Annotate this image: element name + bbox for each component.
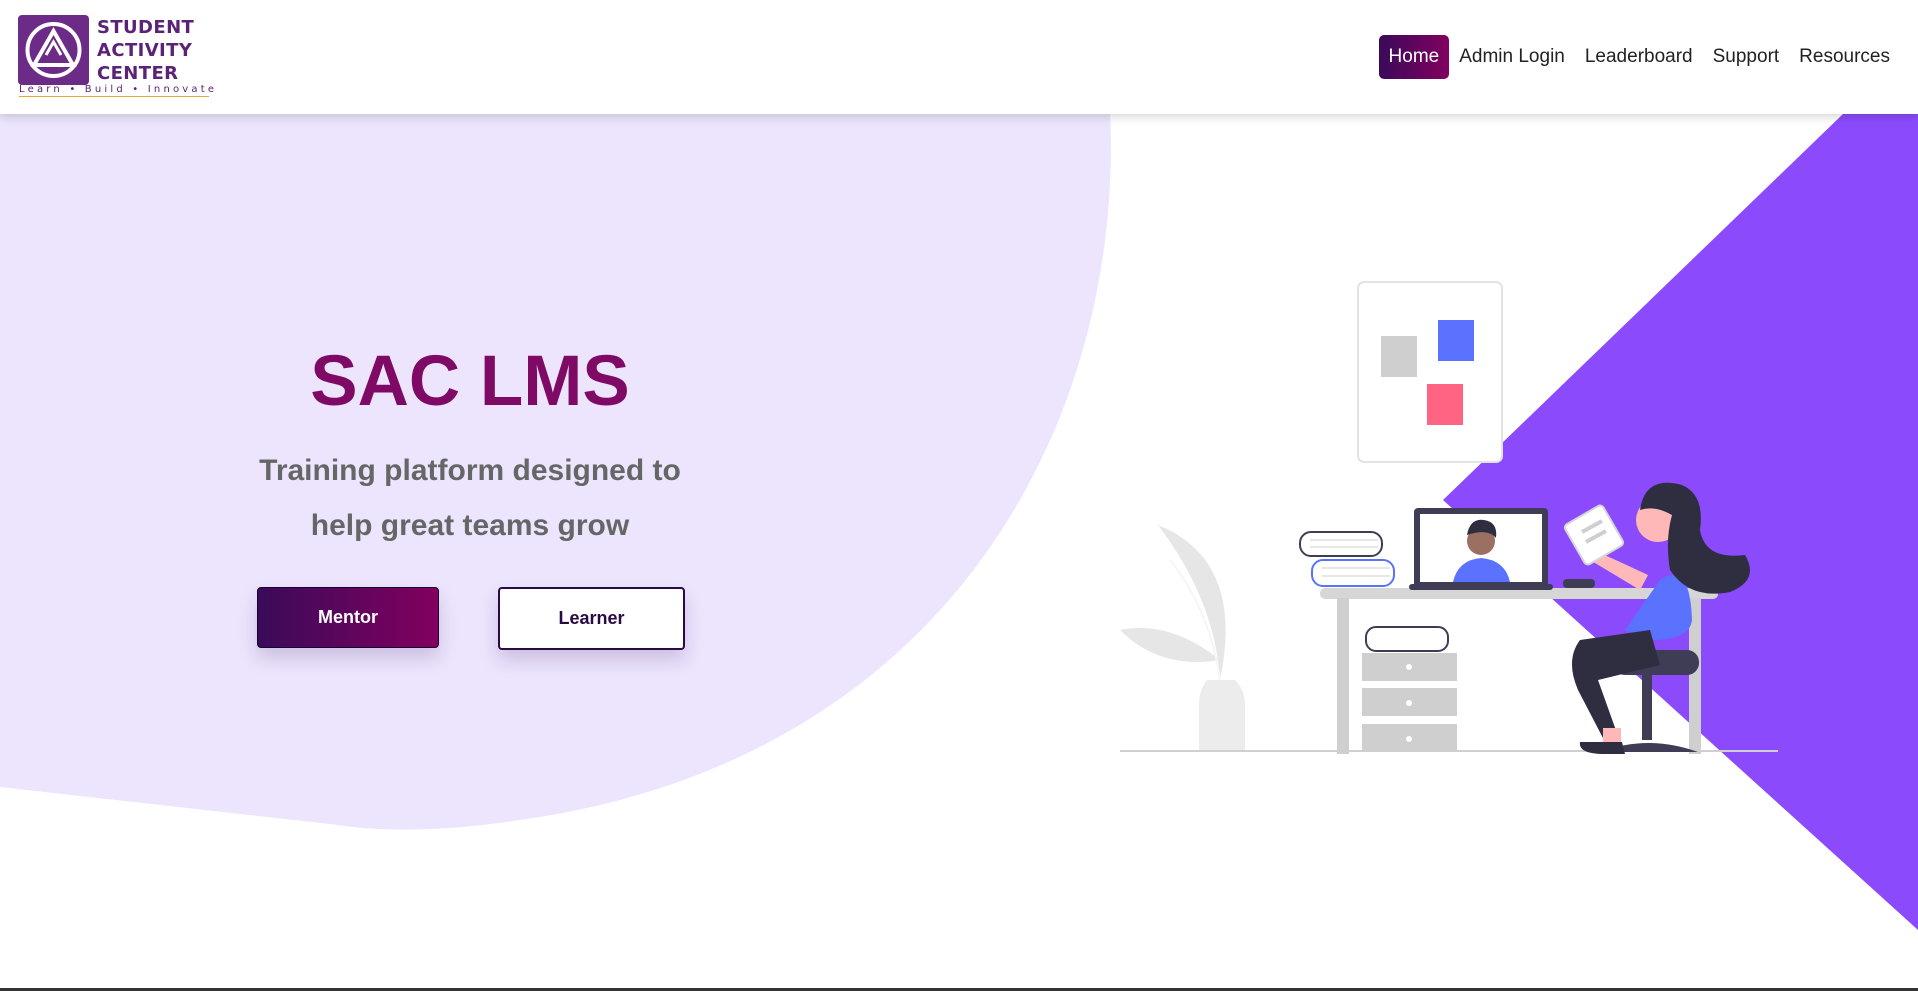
nav-support[interactable]: Support	[1703, 35, 1790, 79]
mouse	[1563, 579, 1595, 588]
remote-learning-illustration	[1120, 281, 1778, 754]
wall-card-gray-square	[1381, 336, 1417, 377]
desk-leg-left	[1337, 598, 1349, 754]
wall-card	[1357, 281, 1503, 463]
woman-figure	[1563, 482, 1750, 754]
book-top	[1299, 531, 1383, 557]
top-navbar: STUDENT ACTIVITY CENTER Learn • Build • …	[0, 0, 1918, 114]
sac-logo-mark-icon	[18, 15, 89, 85]
logo-line-activity: ACTIVITY	[97, 40, 193, 61]
hero-title: SAC LMS	[310, 342, 630, 421]
hero-subtitle-line-1: Training platform designed to	[259, 454, 681, 487]
sac-logo[interactable]: STUDENT ACTIVITY CENTER Learn • Build • …	[18, 15, 218, 97]
wall-card-blue-square	[1438, 320, 1474, 361]
logo-line-center: CENTER	[97, 63, 179, 84]
nav-admin-login[interactable]: Admin Login	[1449, 35, 1575, 79]
plant-icon	[1120, 525, 1245, 750]
hero-subtitle-line-2: help great teams grow	[310, 509, 630, 542]
laptop-keyboard	[1409, 584, 1553, 590]
logo-wordmark: STUDENT ACTIVITY CENTER	[97, 16, 194, 85]
nav-home[interactable]: Home	[1378, 35, 1450, 79]
chair-stem	[1642, 672, 1652, 740]
nav-leaderboard[interactable]: Leaderboard	[1575, 35, 1703, 79]
logo-tagline: Learn • Build • Innovate	[19, 84, 218, 97]
tablet	[1563, 504, 1625, 566]
wall-card-pink-square	[1427, 384, 1463, 425]
nav-resources[interactable]: Resources	[1789, 35, 1900, 79]
learner-button[interactable]: Learner	[498, 587, 685, 650]
logo-line-student: STUDENT	[97, 17, 195, 38]
hero-subtitle: Training platform designed to help great…	[240, 443, 700, 553]
main-nav: Home Admin Login Leaderboard Support Res…	[1378, 33, 1900, 81]
drawer-book	[1365, 626, 1449, 652]
book-bottom	[1311, 559, 1395, 587]
mentor-button[interactable]: Mentor	[257, 587, 439, 648]
